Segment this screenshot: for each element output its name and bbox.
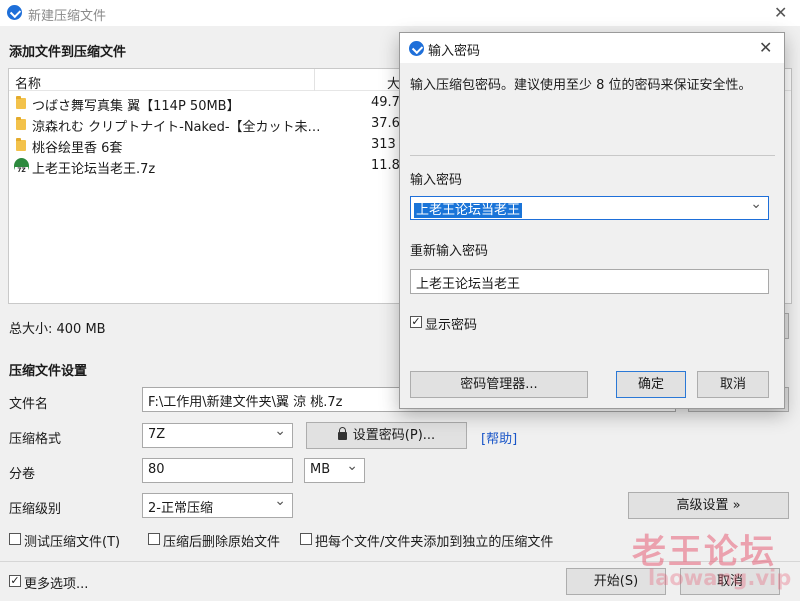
compression-settings-heading: 压缩文件设置 xyxy=(9,364,88,379)
help-link[interactable]: [帮助] xyxy=(481,428,517,447)
password-value: 上老王论坛当老王 xyxy=(414,203,523,218)
ok-button[interactable]: 确定 xyxy=(616,371,686,398)
password-label: 输入密码 xyxy=(410,173,463,188)
set-password-button[interactable]: 设置密码(P)... xyxy=(306,422,467,449)
window-close-icon[interactable]: ✕ xyxy=(774,3,787,22)
folder-icon xyxy=(16,96,26,109)
show-password-checkbox[interactable]: ✓ xyxy=(410,316,422,328)
add-files-heading: 添加文件到压缩文件 xyxy=(9,45,127,60)
file-name: 上老王论坛当老王.7z xyxy=(32,162,156,177)
show-password-label: 显示密码 xyxy=(425,318,478,333)
column-header-name[interactable]: 名称 xyxy=(15,73,41,92)
window-title: 新建压缩文件 xyxy=(28,9,107,24)
watermark-url: laowang.vip xyxy=(648,566,792,590)
set-password-label: 设置密码(P)... xyxy=(352,428,436,443)
archive-7z-icon xyxy=(14,158,29,174)
delete-source-checkbox[interactable] xyxy=(148,533,160,545)
password-dialog: 输入密码 ✕ 输入压缩包密码。建议使用至少 8 位的密码来保证安全性。 输入密码… xyxy=(399,32,785,409)
dialog-cancel-button[interactable]: 取消 xyxy=(697,371,769,398)
test-archive-checkbox[interactable] xyxy=(9,533,21,545)
level-label: 压缩级别 xyxy=(9,502,62,517)
file-name: つばさ舞写真集 翼【114P 50MB】 xyxy=(32,99,240,114)
password-manager-button[interactable]: 密码管理器... xyxy=(410,371,588,398)
split-size-input[interactable]: 80 xyxy=(142,458,293,483)
confirm-password-label: 重新输入密码 xyxy=(410,244,489,259)
app-logo-icon xyxy=(409,41,424,56)
dialog-title: 输入密码 xyxy=(428,44,481,59)
more-options-checkbox[interactable]: ✓ xyxy=(9,575,21,587)
column-divider xyxy=(314,69,315,91)
folder-icon xyxy=(16,117,26,130)
password-input[interactable]: 上老王论坛当老王 xyxy=(410,196,769,220)
file-name: 桃谷绘里香 6套 xyxy=(32,141,123,156)
dialog-description: 输入压缩包密码。建议使用至少 8 位的密码来保证安全性。 xyxy=(410,78,752,93)
split-unit-select[interactable]: MB xyxy=(304,458,365,483)
delete-source-label: 压缩后删除原始文件 xyxy=(163,535,281,550)
file-name: 涼森れむ クリプトナイト-Naked-【全カット未… xyxy=(32,120,321,135)
folder-icon xyxy=(16,138,26,151)
total-size: 总大小: 400 MB xyxy=(9,322,106,337)
level-select[interactable]: 2-正常压缩 xyxy=(142,493,293,518)
filename-label: 文件名 xyxy=(9,397,49,412)
format-select[interactable]: 7Z xyxy=(142,423,293,448)
window-titlebar: 新建压缩文件 ✕ xyxy=(0,0,800,26)
dialog-divider xyxy=(410,155,775,156)
lock-icon xyxy=(337,427,347,440)
split-label: 分卷 xyxy=(9,467,36,482)
confirm-password-input[interactable]: 上老王论坛当老王 xyxy=(410,269,769,294)
test-archive-label: 测试压缩文件(T) xyxy=(24,535,121,550)
separate-archives-label: 把每个文件/文件夹添加到独立的压缩文件 xyxy=(315,535,554,550)
app-logo-icon xyxy=(7,5,22,20)
separate-archives-checkbox[interactable] xyxy=(300,533,312,545)
advanced-settings-button[interactable]: 高级设置 » xyxy=(628,492,789,519)
dialog-close-icon[interactable]: ✕ xyxy=(759,38,772,57)
more-options-label: 更多选项... xyxy=(24,577,89,592)
format-label: 压缩格式 xyxy=(9,432,62,447)
dialog-titlebar: 输入密码 ✕ xyxy=(400,33,784,63)
